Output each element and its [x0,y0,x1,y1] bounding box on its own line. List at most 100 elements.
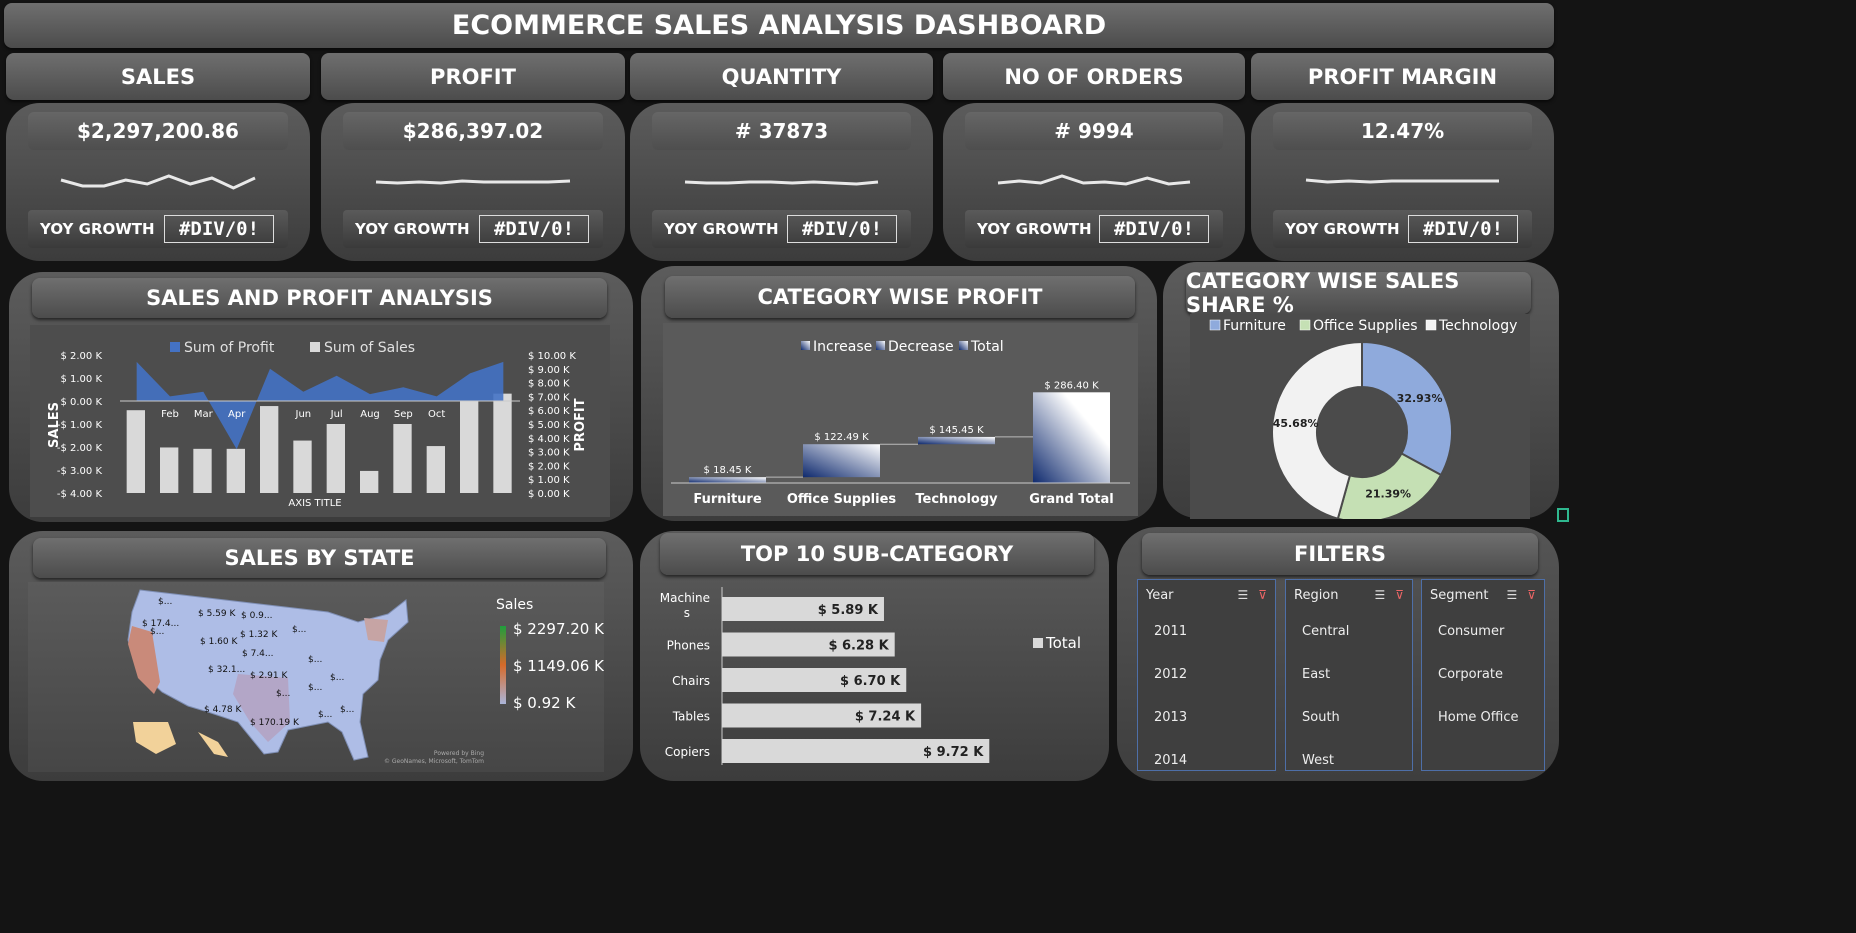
filter-item[interactable]: South [1286,696,1412,739]
filter-item[interactable]: Central [1286,610,1412,653]
filter-title: Region [1294,587,1339,603]
filter-year: Year ☰ ⊽ 2011 2012 2013 2014 [1137,579,1276,771]
multi-select-icon[interactable]: ☰ [1506,588,1517,602]
slice-label: 21.39% [1365,488,1411,501]
x-tick-label: Feb [161,409,179,420]
x-tick-label: Oct [428,409,445,420]
legend-label: Technology [1438,318,1517,334]
category-label: Chairs [672,674,710,688]
kpi-sparkline-2 [684,180,879,186]
waterfall-bar [803,444,880,478]
sparkline [60,174,256,190]
state-label: $... [340,705,354,715]
filter-item[interactable]: Consumer [1422,610,1544,653]
state-label: $... [318,710,332,720]
y-tick-label: -$ 4.00 K [57,489,103,500]
kpi-header-0: SALES [6,53,310,100]
multi-select-icon[interactable]: ☰ [1374,588,1385,602]
yoy-value: #DIV/0! [479,215,589,243]
kpi-yoy-3: YOY GROWTH #DIV/0! [965,210,1223,248]
state-label: $ 2.91 K [250,671,288,681]
clear-filter-icon[interactable]: ⊽ [1527,588,1536,602]
legend-swatch [1425,319,1437,331]
sales-profit-title: SALES AND PROFIT ANALYSIS [32,278,607,318]
yoy-label: YOY GROWTH [40,220,155,238]
filter-item[interactable]: 2013 [1138,696,1275,739]
x-tick-label: Apr [228,409,246,420]
filter-header: Year ☰ ⊽ [1138,580,1275,610]
legend-sales: Sum of Sales [324,340,415,356]
category-label: Copiers [665,745,710,759]
waterfall-bar [1033,392,1110,483]
sales-bar [460,400,479,493]
kpi-value-4: 12.47% [1273,112,1532,150]
filter-title: Year [1146,587,1174,603]
y2-tick-label: $ 4.00 K [528,434,570,445]
data-label: $ 6.70 K [840,674,901,689]
x-tick-label: Jul [330,409,343,420]
filter-title: Segment [1430,587,1489,603]
legend-label: Office Supplies [1313,318,1418,334]
sales-bar [226,448,245,493]
data-label: $ 5.89 K [818,603,879,618]
clear-filter-icon[interactable]: ⊽ [1258,588,1267,602]
selection-marker [1557,508,1569,522]
kpi-header-3: NO OF ORDERS [943,53,1245,100]
yoy-label: YOY GROWTH [977,220,1092,238]
sparkline [1305,178,1499,184]
category-label: Furniture [693,492,761,507]
map-credit: © GeoNames, Microsoft, TomTom [384,758,484,765]
filter-header: Region ☰ ⊽ [1286,580,1412,610]
x-tick-label: Mar [194,409,214,420]
category-label: Office Supplies [787,492,897,507]
multi-select-icon[interactable]: ☰ [1237,588,1248,602]
kpi-value-3: # 9994 [965,112,1223,150]
alaska [133,722,176,754]
y-tick-label: -$ 1.00 K [57,420,103,431]
kpi-value-1: $286,397.02 [343,112,603,150]
state-label: $ 170.19 K [250,718,300,728]
category-label: Phones [667,639,710,653]
yoy-value: #DIV/0! [787,215,897,243]
legend-swatch [1209,319,1221,331]
map-credit: Powered by Bing [434,750,484,757]
kpi-value-0: $2,297,200.86 [28,112,288,150]
category-profit-chart: $ 18.45 K Furniture $ 122.49 K Office Suppl… [663,323,1138,516]
y2-tick-label: $ 6.00 K [528,406,570,417]
x-axis-label: AXIS TITLE [288,498,341,509]
filter-item[interactable]: Home Office [1422,696,1544,739]
state-label: $... [292,625,306,635]
sales-bar [393,424,412,493]
yoy-value: #DIV/0! [1099,215,1209,243]
category-label: Grand Total [1029,492,1113,507]
sales-profit-chart: Feb Mar Apr Jun Jul Aug Sep Oct $ 2.00 K $ 1.00 K… [30,325,610,517]
state-label: $ 7.4... [242,649,273,659]
category-share-title: CATEGORY WISE SALES SHARE % [1186,269,1531,317]
sales-bar [126,410,145,493]
filter-item[interactable]: East [1286,653,1412,696]
filter-item[interactable]: 2012 [1138,653,1275,696]
state-label: $ 0.9... [241,611,272,621]
yoy-value: #DIV/0! [1408,215,1518,243]
waterfall-bar [918,436,995,445]
yoy-label: YOY GROWTH [355,220,470,238]
y2-tick-label: $ 9.00 K [528,365,570,376]
data-label: $ 145.45 K [929,425,984,436]
dashboard-title: ECOMMERCE SALES ANALYSIS DASHBOARD [4,3,1554,48]
kpi-value-2: # 37873 [652,112,911,150]
category-label: Machine [660,591,710,605]
filter-region: Region ☰ ⊽ Central East South West [1285,579,1413,771]
state-label: $ 4.78 K [204,705,242,715]
filter-item[interactable]: Corporate [1422,653,1544,696]
y-tick-label: -$ 2.00 K [57,443,103,454]
filter-item[interactable]: 2014 [1138,739,1275,782]
legend-label: Decrease [888,339,954,355]
state-label: $ 32.1... [208,665,245,675]
kpi-yoy-0: YOY GROWTH #DIV/0! [28,210,288,248]
kpi-yoy-1: YOY GROWTH #DIV/0! [343,210,603,248]
yoy-label: YOY GROWTH [1285,220,1400,238]
filter-item[interactable]: 2011 [1138,610,1275,653]
kpi-sparkline-4 [1305,178,1499,184]
clear-filter-icon[interactable]: ⊽ [1395,588,1404,602]
filter-item[interactable]: West [1286,739,1412,782]
